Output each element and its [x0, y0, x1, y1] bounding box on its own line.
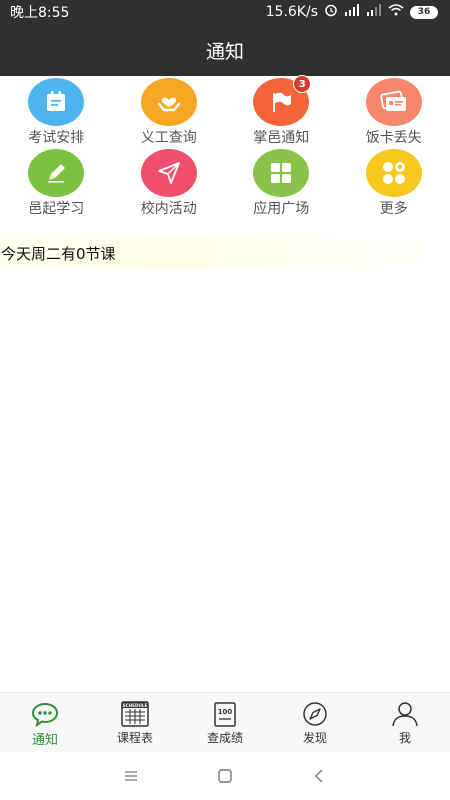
- status-indicators: 15.6K/s 36: [266, 3, 438, 21]
- grid-item-label: 饭卡丢失: [365, 130, 422, 146]
- tab-schedule[interactable]: SCHEDULE 课程表: [90, 693, 180, 752]
- grid-item-exam-schedule[interactable]: 考试安排: [0, 76, 113, 147]
- flag-icon: 3: [253, 75, 312, 126]
- home-button[interactable]: [178, 768, 272, 784]
- heart-hands-icon: [140, 78, 197, 126]
- home-icon: [218, 769, 232, 783]
- grid-item-label: 邑起学习: [28, 201, 85, 217]
- person-icon: [390, 701, 420, 727]
- wifi-icon: [388, 4, 404, 20]
- feature-grid: 考试安排 义工查询 3 掌邑通知 饭卡丢失 邑起学习 校内活动 应用广场 更多: [0, 75, 450, 218]
- grid-item-more[interactable]: 更多: [338, 147, 450, 218]
- card-icon: [365, 78, 422, 126]
- grid-item-label: 掌邑通知: [253, 130, 310, 146]
- battery-icon: 36: [410, 5, 438, 19]
- back-button[interactable]: [272, 768, 366, 784]
- schedule-icon: SCHEDULE: [120, 701, 150, 727]
- paper-plane-icon: [140, 149, 197, 197]
- grid-item-lost-meal-card[interactable]: 饭卡丢失: [338, 76, 450, 147]
- title-bar: 通知: [0, 24, 450, 76]
- grid-item-app-plaza[interactable]: 应用广场: [225, 147, 338, 218]
- grid-row: 邑起学习 校内活动 应用广场 更多: [0, 147, 450, 218]
- status-time: 晚上8:55: [10, 5, 70, 21]
- signal-hd-icon: [344, 4, 360, 20]
- tab-grades[interactable]: 100 查成绩: [180, 693, 270, 752]
- calendar-icon: [28, 78, 85, 126]
- score-icon: 100: [210, 701, 240, 727]
- grid-item-volunteer-query[interactable]: 义工查询: [113, 76, 226, 147]
- grid-item-notifications[interactable]: 3 掌邑通知: [225, 75, 338, 147]
- network-speed: 15.6K/s: [265, 4, 318, 20]
- apps-grid-icon: [253, 149, 310, 197]
- menu-button[interactable]: [84, 769, 178, 783]
- grid-item-yiqi-study[interactable]: 邑起学习: [0, 147, 113, 218]
- menu-icon: [125, 771, 137, 781]
- grid-item-campus-activities[interactable]: 校内活动: [113, 147, 226, 218]
- more-dots-icon: [365, 149, 422, 197]
- today-classes-text: 今天周二有0节课: [1, 244, 116, 263]
- grid-item-label: 更多: [379, 201, 408, 217]
- tab-me[interactable]: 我: [360, 693, 450, 752]
- grid-item-label: 考试安排: [28, 130, 85, 146]
- tab-label: 课程表: [116, 731, 153, 745]
- pencil-icon: [28, 149, 85, 197]
- system-nav-bar: [0, 752, 450, 800]
- grid-row: 考试安排 义工查询 3 掌邑通知 饭卡丢失: [0, 75, 450, 147]
- bottom-nav: 通知 SCHEDULE 课程表 100 查成绩 发现 我: [0, 692, 450, 752]
- notification-badge: 3: [293, 75, 312, 93]
- grid-item-label: 校内活动: [140, 201, 197, 217]
- tab-label: 我: [398, 731, 411, 745]
- compass-icon: [300, 701, 330, 727]
- grid-item-label: 义工查询: [140, 130, 197, 146]
- tab-label: 发现: [302, 731, 327, 745]
- back-icon: [315, 769, 323, 783]
- tab-label: 通知: [31, 733, 58, 748]
- alarm-icon: [324, 3, 338, 21]
- tab-label: 查成绩: [206, 731, 243, 745]
- status-bar: 晚上8:55 15.6K/s 36: [0, 0, 450, 24]
- tab-notifications[interactable]: 通知: [0, 693, 90, 752]
- grid-item-label: 应用广场: [253, 201, 310, 217]
- score-icon-text: 100: [218, 708, 233, 716]
- tab-discover[interactable]: 发现: [270, 693, 360, 752]
- page-title: 通知: [205, 40, 244, 63]
- schedule-icon-text: SCHEDULE: [123, 703, 148, 708]
- chat-bubble-icon: [30, 701, 60, 727]
- today-classes-banner: 今天周二有0节课: [0, 238, 450, 268]
- signal-icon: [366, 4, 382, 20]
